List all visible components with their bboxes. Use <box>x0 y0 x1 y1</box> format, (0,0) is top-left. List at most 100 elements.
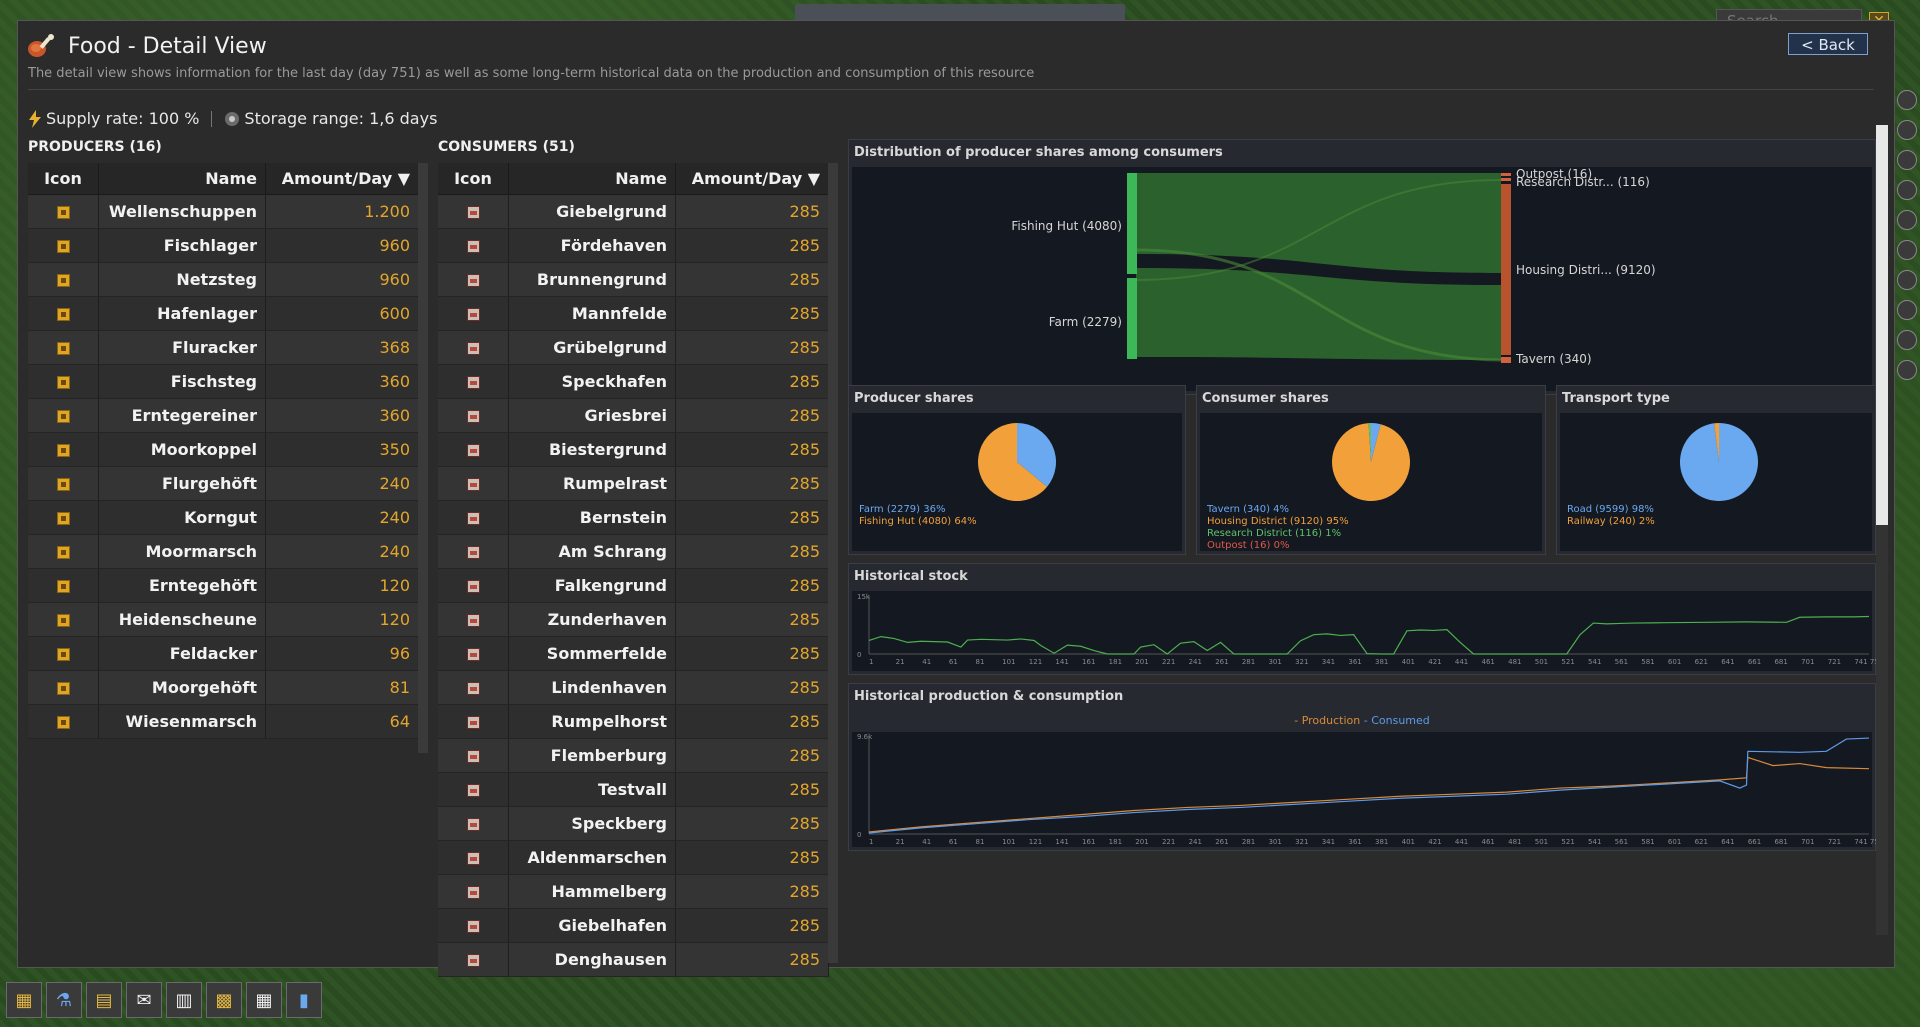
side-button-icon[interactable] <box>1897 90 1917 110</box>
x-tick-label: 161 <box>1082 838 1095 846</box>
table-row[interactable]: Zunderhaven 285 <box>438 602 829 637</box>
table-row[interactable]: Fischsteg 360 <box>28 364 419 399</box>
table-row[interactable]: Biestergrund 285 <box>438 432 829 467</box>
table-row[interactable]: Korngut 240 <box>28 500 419 535</box>
producer-building-icon <box>56 512 70 525</box>
table-row[interactable]: Falkengrund 285 <box>438 568 829 603</box>
x-tick-label: 281 <box>1242 838 1255 846</box>
sankey-node <box>1127 278 1137 359</box>
column-header-icon[interactable]: Icon <box>438 163 509 195</box>
side-button-icon[interactable] <box>1897 240 1917 260</box>
historical-production-chart: 1 21 41 61 81 101 121 141 161 181 201 221 241 261 281 3… <box>857 733 1877 846</box>
y-tick-label: 9.6k <box>857 733 873 741</box>
x-tick-label: 21 <box>896 658 905 666</box>
x-tick-label: 281 <box>1242 658 1255 666</box>
x-tick-label: 81 <box>976 658 985 666</box>
side-button-icon[interactable] <box>1897 180 1917 200</box>
consumer-building-icon <box>466 614 480 627</box>
row-icon-cell <box>28 194 99 229</box>
table-row[interactable]: Heidenscheune 120 <box>28 602 419 637</box>
table-row[interactable]: Testvall 285 <box>438 772 829 807</box>
table-row[interactable]: Rumpelhorst 285 <box>438 704 829 739</box>
x-tick-label: 21 <box>896 838 905 846</box>
table-row[interactable]: Rumpelrast 285 <box>438 466 829 501</box>
row-icon-cell <box>28 398 99 433</box>
consumer-shares-pie <box>1332 423 1410 501</box>
resources-icon[interactable]: ▩ <box>206 982 242 1018</box>
table-row[interactable]: Aldenmarschen 285 <box>438 840 829 875</box>
flask-icon[interactable]: ⚗ <box>46 982 82 1018</box>
table-row[interactable]: Wiesenmarsch 64 <box>28 704 419 739</box>
table-row[interactable]: Bernstein 285 <box>438 500 829 535</box>
table-row[interactable]: Fluracker 368 <box>28 330 419 365</box>
sankey-diagram: Fishing Hut (4080) Farm (2279) Outpost (… <box>1011 167 1655 366</box>
side-button-icon[interactable] <box>1897 120 1917 140</box>
side-button-icon[interactable] <box>1897 330 1917 350</box>
row-name: Moormarsch <box>98 534 266 569</box>
table-row[interactable]: Giebelgrund 285 <box>438 194 829 229</box>
table-row[interactable]: Denghausen 285 <box>438 942 829 977</box>
table-row[interactable]: Speckberg 285 <box>438 806 829 841</box>
table-row[interactable]: Netzsteg 960 <box>28 262 419 297</box>
x-tick-label: 41 <box>922 838 931 846</box>
side-button-icon[interactable] <box>1897 210 1917 230</box>
table-row[interactable]: Hafenlager 600 <box>28 296 419 331</box>
row-amount: 285 <box>675 296 829 331</box>
window-description: The detail view shows information for th… <box>28 66 1035 81</box>
table-row[interactable]: Am Schrang 285 <box>438 534 829 569</box>
stats-icon[interactable]: ▦ <box>6 982 42 1018</box>
table-row[interactable]: Feldacker 96 <box>28 636 419 671</box>
column-header-name[interactable]: Name <box>98 163 266 195</box>
column-header-amount[interactable]: Amount/Day ▼ <box>265 163 419 195</box>
row-amount: 960 <box>265 228 419 263</box>
consumer-building-icon <box>466 580 480 593</box>
table-row[interactable]: Lindenhaven 285 <box>438 670 829 705</box>
table-row[interactable]: Moormarsch 240 <box>28 534 419 569</box>
table-row[interactable]: Erntegereiner 360 <box>28 398 419 433</box>
document-icon[interactable]: ▤ <box>86 982 122 1018</box>
x-tick-label: 201 <box>1135 658 1148 666</box>
table-row[interactable]: Grübelgrund 285 <box>438 330 829 365</box>
row-amount: 285 <box>675 840 829 875</box>
x-tick-label: 481 <box>1508 658 1521 666</box>
legend-entry: Tavern (340) 4% <box>1207 504 1290 515</box>
table-row[interactable]: Flemberburg 285 <box>438 738 829 773</box>
table-row[interactable]: Moorkoppel 350 <box>28 432 419 467</box>
table-row[interactable]: Erntegehöft 120 <box>28 568 419 603</box>
side-button-icon[interactable] <box>1897 270 1917 290</box>
consumer-building-icon <box>466 308 480 321</box>
table-icon[interactable]: ▦ <box>246 982 282 1018</box>
x-tick-label: 81 <box>976 838 985 846</box>
table-row[interactable]: Giebelhafen 285 <box>438 908 829 943</box>
row-name: Erntegereiner <box>98 398 266 433</box>
map-icon[interactable]: ▥ <box>166 982 202 1018</box>
producers-scrollbar[interactable] <box>418 163 428 753</box>
row-name: Grübelgrund <box>508 330 676 365</box>
table-row[interactable]: Hammelberg 285 <box>438 874 829 909</box>
main-scrollbar-thumb[interactable] <box>1876 125 1888 525</box>
row-icon-cell <box>438 704 509 739</box>
table-row[interactable]: Speckhafen 285 <box>438 364 829 399</box>
table-row[interactable]: Moorgehöft 81 <box>28 670 419 705</box>
table-row[interactable]: Fischlager 960 <box>28 228 419 263</box>
table-row[interactable]: Brunnengrund 285 <box>438 262 829 297</box>
side-button-icon[interactable] <box>1897 360 1917 380</box>
consumers-scrollbar[interactable] <box>828 163 838 963</box>
back-button[interactable]: < Back <box>1788 33 1868 55</box>
side-button-icon[interactable] <box>1897 300 1917 320</box>
table-row[interactable]: Griesbrei 285 <box>438 398 829 433</box>
column-header-icon[interactable]: Icon <box>28 163 99 195</box>
row-amount: 285 <box>675 398 829 433</box>
column-header-name[interactable]: Name <box>508 163 676 195</box>
mail-icon[interactable]: ✉ <box>126 982 162 1018</box>
table-row[interactable]: Flurgehöft 240 <box>28 466 419 501</box>
table-row[interactable]: Fördehaven 285 <box>438 228 829 263</box>
table-row[interactable]: Wellenschuppen 1.200 <box>28 194 419 229</box>
chart-icon[interactable]: ▮ <box>286 982 322 1018</box>
table-row[interactable]: Sommerfelde 285 <box>438 636 829 671</box>
table-row[interactable]: Mannfelde 285 <box>438 296 829 331</box>
row-name: Heidenscheune <box>98 602 266 637</box>
column-header-amount[interactable]: Amount/Day ▼ <box>675 163 829 195</box>
side-button-icon[interactable] <box>1897 150 1917 170</box>
x-tick-label: 1 <box>869 838 873 846</box>
